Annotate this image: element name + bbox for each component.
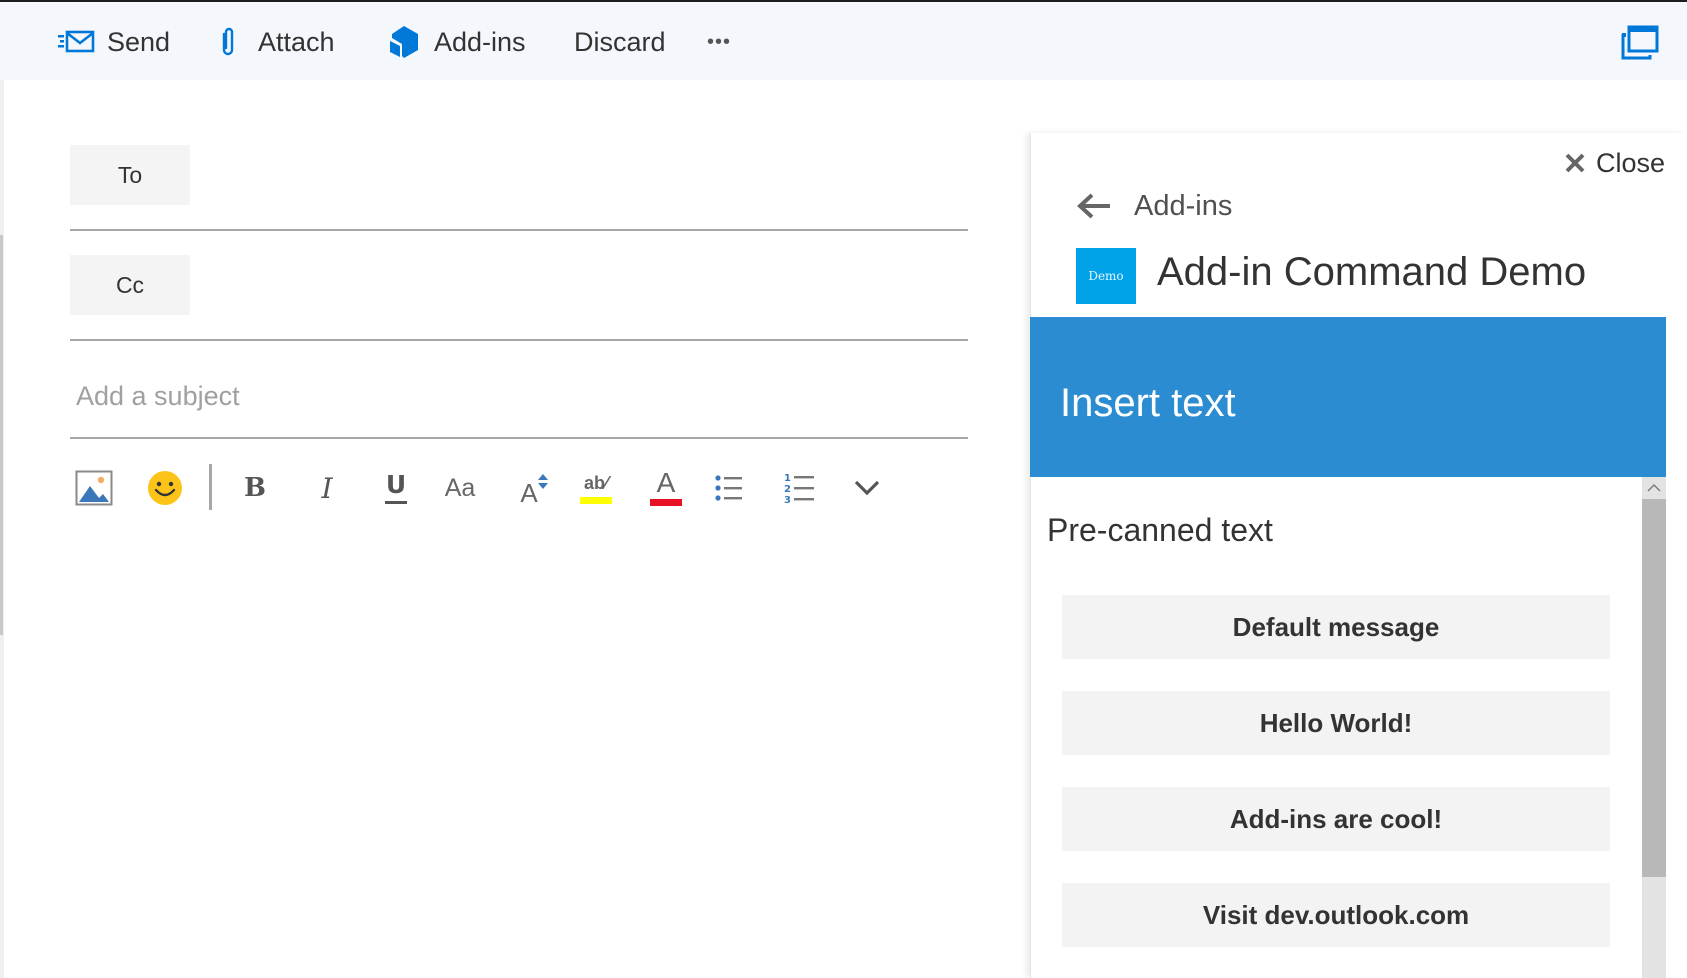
- addin-name: Add-in Command Demo: [1157, 250, 1587, 294]
- send-button[interactable]: Send: [57, 22, 170, 62]
- numbering-button[interactable]: 1 2 3: [778, 466, 822, 510]
- font-color-button[interactable]: A: [644, 466, 688, 510]
- size-arrows-icon: [537, 474, 548, 489]
- insert-picture-button[interactable]: [72, 466, 116, 510]
- svg-text:1: 1: [784, 473, 791, 484]
- underline-icon: U: [385, 470, 407, 499]
- cc-divider: [70, 339, 968, 341]
- insert-text-title: Insert text: [1060, 381, 1236, 425]
- insert-text-header: Insert text: [1030, 317, 1666, 477]
- close-label: Close: [1596, 147, 1666, 178]
- default-message-button[interactable]: Default message: [1062, 595, 1610, 659]
- font-size-button[interactable]: A: [512, 466, 556, 510]
- addins-button[interactable]: Add-ins: [388, 22, 526, 62]
- back-to-addins-button[interactable]: Add-ins: [1076, 186, 1232, 226]
- highlight-icon: ab⁄: [583, 472, 609, 493]
- font-color-icon: A: [656, 467, 676, 498]
- addins-label: Add-ins: [434, 26, 526, 57]
- smiley-icon: [148, 471, 182, 505]
- arrow-left-icon: [1077, 193, 1110, 219]
- font-size-icon: A: [520, 477, 538, 508]
- send-mail-icon: [57, 29, 95, 55]
- font-button[interactable]: Aa: [438, 466, 482, 510]
- format-separator: [209, 464, 212, 510]
- command-toolbar: Send Attach Add-ins Discard •••: [0, 2, 1687, 80]
- bullet-list-icon: [715, 475, 742, 501]
- bullets-button[interactable]: [707, 466, 751, 510]
- addin-logo: Demo: [1076, 248, 1136, 304]
- numbered-list-icon: 1 2 3: [784, 473, 814, 504]
- italic-button[interactable]: I: [305, 466, 349, 510]
- cc-button[interactable]: Cc: [70, 255, 190, 315]
- to-divider: [70, 229, 968, 231]
- highlight-color-bar: [580, 496, 612, 504]
- underline-bar: [385, 501, 407, 504]
- addins-are-cool-button[interactable]: Add-ins are cool!: [1062, 787, 1610, 851]
- popout-window-icon: [1621, 25, 1659, 60]
- font-icon: Aa: [444, 473, 476, 502]
- picture-icon: [75, 470, 113, 506]
- send-label: Send: [107, 26, 171, 57]
- section-title: Pre-canned text: [1047, 512, 1273, 548]
- to-label: To: [117, 161, 143, 188]
- cc-input[interactable]: [200, 255, 968, 315]
- scrollbar-thumb[interactable]: [1642, 499, 1666, 877]
- emoji-button[interactable]: [143, 466, 187, 510]
- svg-text:3: 3: [784, 495, 791, 504]
- svg-text:2: 2: [784, 484, 791, 495]
- paperclip-icon: [220, 26, 236, 58]
- addin-logo-text: Demo: [1088, 269, 1124, 283]
- close-pane-button[interactable]: Close: [1564, 146, 1665, 180]
- left-scrollbar[interactable]: [0, 80, 4, 978]
- close-icon: [1565, 153, 1585, 173]
- scroll-up-button[interactable]: [1642, 477, 1666, 499]
- chevron-up-icon: [1647, 484, 1661, 492]
- more-actions-button[interactable]: •••: [707, 22, 731, 62]
- popout-button[interactable]: [1620, 24, 1660, 62]
- cc-label: Cc: [115, 271, 145, 298]
- button-label: Hello World!: [1259, 707, 1413, 738]
- pane-scrollbar[interactable]: [1642, 477, 1666, 978]
- font-color-bar: [650, 499, 682, 506]
- highlight-button[interactable]: ab⁄: [574, 466, 618, 510]
- more-formatting-button[interactable]: [845, 466, 889, 510]
- to-input[interactable]: [200, 145, 968, 205]
- subject-divider: [70, 437, 968, 439]
- button-label: Visit dev.outlook.com: [1202, 899, 1470, 930]
- message-body[interactable]: [70, 530, 968, 970]
- left-scrollbar-thumb[interactable]: [0, 235, 3, 635]
- chevron-down-icon: [854, 480, 880, 496]
- more-icon: •••: [707, 30, 732, 53]
- attach-button[interactable]: Attach: [220, 22, 335, 62]
- visit-dev-outlook-button[interactable]: Visit dev.outlook.com: [1062, 883, 1610, 947]
- button-label: Add-ins are cool!: [1229, 803, 1443, 834]
- underline-button[interactable]: U: [374, 466, 418, 510]
- attach-label: Attach: [258, 26, 335, 57]
- bold-button[interactable]: B: [233, 466, 277, 510]
- hello-world-button[interactable]: Hello World!: [1062, 691, 1610, 755]
- to-button[interactable]: To: [70, 145, 190, 205]
- button-label: Default message: [1232, 611, 1440, 642]
- back-label: Add-ins: [1134, 189, 1233, 222]
- discard-button[interactable]: Discard: [574, 22, 666, 62]
- addins-cube-icon: [388, 25, 420, 59]
- bold-icon: B: [244, 473, 266, 503]
- subject-input[interactable]: Add a subject: [76, 374, 956, 418]
- italic-icon: I: [321, 471, 333, 505]
- discard-label: Discard: [574, 26, 666, 57]
